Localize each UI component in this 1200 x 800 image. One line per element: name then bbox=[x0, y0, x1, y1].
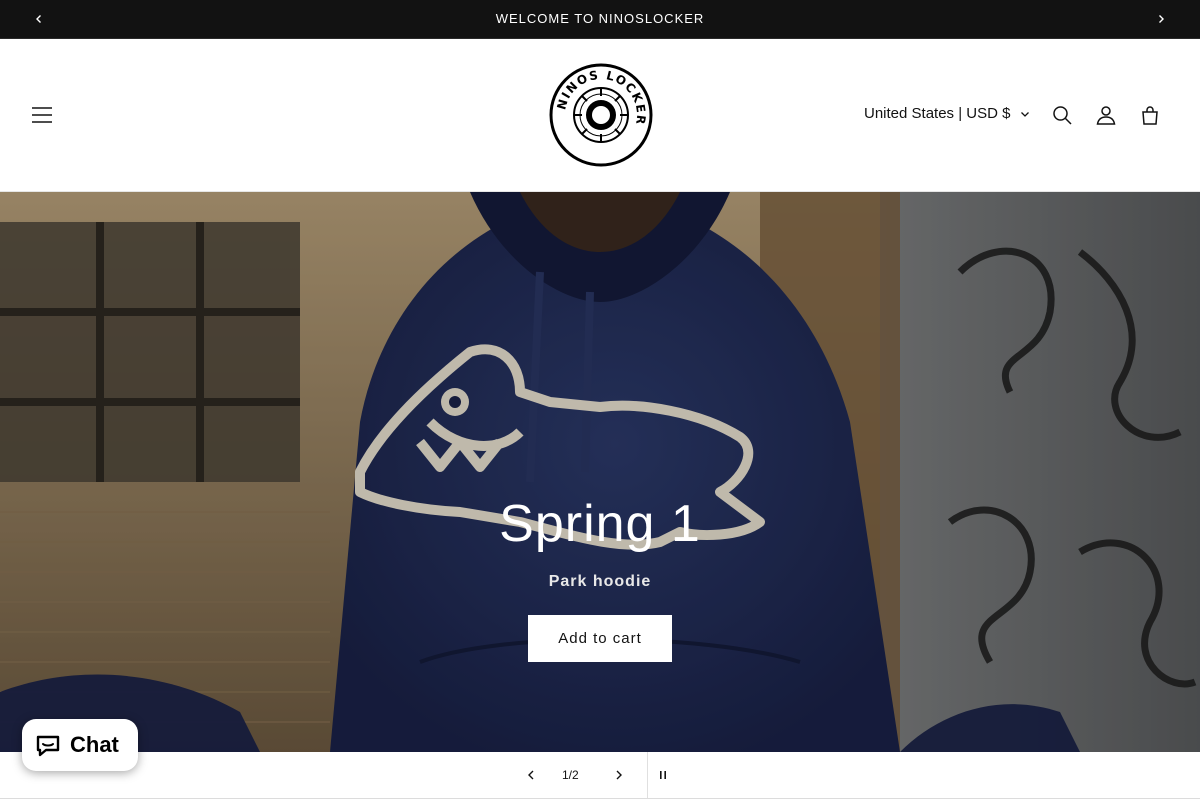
chevron-down-icon bbox=[1021, 111, 1030, 117]
announcement-message: WELCOME TO NINOSLOCKER bbox=[495, 11, 705, 26]
hero-subtitle: Park hoodie bbox=[548, 573, 652, 590]
hero-title: Spring 1 bbox=[499, 495, 701, 553]
announcement-next-button[interactable] bbox=[1151, 9, 1171, 29]
menu-button[interactable] bbox=[30, 103, 54, 127]
account-button[interactable] bbox=[1094, 103, 1118, 127]
slider-divider bbox=[647, 752, 648, 798]
slideshow-controls: 1/2 bbox=[0, 752, 1200, 799]
country-selector-label: United States | USD $ bbox=[864, 105, 1011, 122]
account-icon bbox=[1096, 106, 1116, 125]
chat-widget-button[interactable]: Chat bbox=[22, 719, 138, 771]
slideshow-pause-button[interactable] bbox=[654, 766, 672, 784]
hero-banner: Spring 1 Park hoodie Add to cart bbox=[0, 192, 1200, 752]
slide-prev-button[interactable] bbox=[522, 766, 540, 784]
chat-bubble-icon bbox=[36, 735, 60, 757]
pause-icon bbox=[660, 771, 666, 779]
slide-counter: 1/2 bbox=[562, 768, 579, 782]
add-to-cart-button[interactable]: Add to cart bbox=[528, 615, 672, 662]
slide-next-button[interactable] bbox=[610, 766, 628, 784]
chevron-right-icon bbox=[616, 770, 622, 780]
ninos-locker-logo-icon: NINOS LOCKER bbox=[549, 63, 653, 167]
cart-button[interactable] bbox=[1138, 103, 1162, 127]
site-header: NINOS LOCKER United States | USD $ bbox=[0, 39, 1200, 192]
chat-label: Chat bbox=[70, 732, 119, 757]
cart-icon bbox=[1142, 106, 1158, 125]
chevron-right-icon bbox=[1159, 15, 1164, 23]
hero-image bbox=[0, 192, 1200, 752]
store-logo[interactable]: NINOS LOCKER bbox=[549, 63, 653, 167]
search-icon bbox=[1053, 106, 1072, 125]
hamburger-icon bbox=[32, 107, 52, 123]
chevron-left-icon bbox=[528, 770, 534, 780]
announcement-bar: WELCOME TO NINOSLOCKER bbox=[0, 0, 1200, 39]
country-selector[interactable]: United States | USD $ bbox=[864, 105, 1030, 122]
search-button[interactable] bbox=[1050, 103, 1074, 127]
